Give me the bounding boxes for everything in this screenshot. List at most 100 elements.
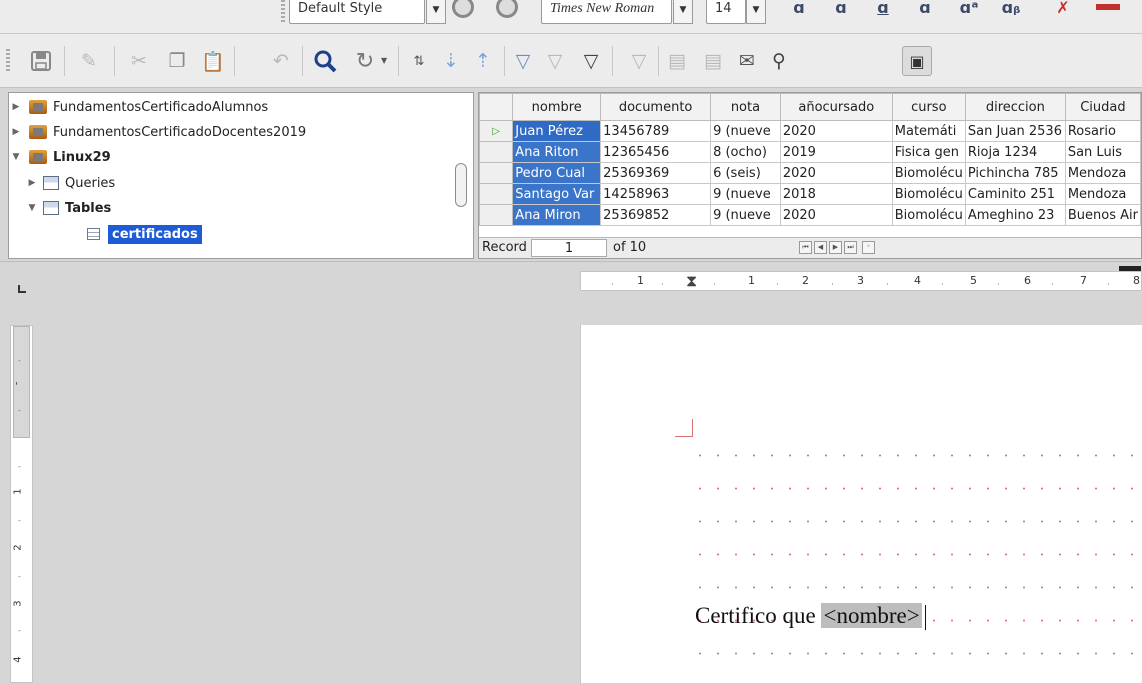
expand-arrow-icon[interactable]: ▶ (25, 178, 39, 188)
table-cell[interactable]: Ana Riton (512, 141, 602, 163)
table-cell[interactable]: 14258963 (600, 183, 712, 205)
table-row[interactable]: Santago Var 14258963 9 (nueve 2018 Biomo… (479, 183, 1141, 205)
strikethrough-icon[interactable]: ɑ (912, 0, 938, 24)
table-cell[interactable]: 9 (nueve (710, 120, 781, 142)
paragraph-style-dropdown-icon[interactable]: ▼ (426, 0, 446, 24)
column-header[interactable]: añocursado (779, 93, 893, 121)
document-page[interactable]: Certifico que <nombre> (580, 325, 1142, 683)
table-row[interactable]: Pedro Cual 25369369 6 (seis) 2020 Biomol… (479, 162, 1141, 184)
italic-icon[interactable]: ɑ (828, 0, 854, 24)
clear-formatting-icon[interactable]: ✗ (1050, 0, 1076, 24)
record-number-input[interactable]: 1 (531, 239, 607, 257)
tree-item-fundamentos-alumnos[interactable]: ▶ FundamentosCertificadoAlumnos (9, 95, 269, 119)
row-header[interactable] (479, 183, 514, 205)
next-record-icon[interactable]: ▶ (829, 241, 842, 254)
table-cell[interactable]: 9 (nueve (710, 183, 781, 205)
table-cell[interactable]: 9 (nueve (710, 204, 781, 226)
table-cell[interactable]: San Juan 2536 (964, 120, 1066, 142)
tree-item-queries[interactable]: ▶ Queries (25, 171, 116, 195)
table-cell[interactable]: 2020 (779, 120, 893, 142)
column-header[interactable]: curso (891, 93, 966, 121)
table-cell[interactable]: Buenos Air (1064, 204, 1141, 226)
certificate-text-line[interactable]: Certifico que <nombre> (695, 603, 926, 631)
cut-icon[interactable]: ✂ (124, 46, 154, 76)
horizontal-ruler[interactable]: · 1 · ⧗ · 1 · 2 · 3 · 4 · 5 · 6 · 7 · 8 (580, 266, 1142, 291)
table-cell[interactable]: Caminito 251 (964, 183, 1066, 205)
subscript-icon[interactable]: ɑᵦ (998, 0, 1024, 24)
row-header-corner[interactable] (479, 93, 514, 121)
last-record-icon[interactable]: ⏭ (844, 241, 857, 254)
table-cell[interactable]: 2019 (779, 141, 893, 163)
merge-field-nombre[interactable]: <nombre> (821, 603, 922, 628)
toolbar-grip[interactable] (281, 0, 285, 24)
copy-icon[interactable]: ❐ (162, 46, 192, 76)
table-cell[interactable]: Rosario (1064, 120, 1141, 142)
tree-scrollbar[interactable] (455, 163, 467, 207)
table-cell[interactable]: Mendoza (1064, 183, 1141, 205)
tree-item-linux29[interactable]: ▼ Linux29 (9, 145, 111, 169)
expand-arrow-icon[interactable]: ▶ (9, 127, 23, 137)
table-cell[interactable]: 12365456 (600, 141, 712, 163)
tree-item-certificados[interactable]: certificados (87, 222, 202, 246)
table-row[interactable]: ▷ Juan Pérez 13456789 9 (nueve 2020 Mate… (479, 120, 1141, 142)
paste-icon[interactable]: 📋 (198, 46, 228, 76)
new-record-icon[interactable]: * (862, 241, 875, 254)
table-cell[interactable]: Biomolécu (891, 162, 966, 184)
autofilter-icon[interactable]: ▽ (508, 46, 538, 76)
table-cell[interactable]: Ameghino 23 (964, 204, 1066, 226)
table-cell[interactable]: 6 (seis) (710, 162, 781, 184)
column-header[interactable]: direccion (964, 93, 1066, 121)
sort-icon[interactable]: ⇅ (404, 46, 434, 76)
font-size-dropdown-icon[interactable]: ▼ (746, 0, 766, 24)
reset-filter-icon[interactable]: ▽ (624, 46, 654, 76)
previous-record-icon[interactable]: ◀ (814, 241, 827, 254)
table-cell[interactable]: 13456789 (600, 120, 712, 142)
refresh-dropdown-icon[interactable]: ▼ (381, 56, 387, 65)
table-cell[interactable]: Biomolécu (891, 183, 966, 205)
table-cell[interactable]: 2020 (779, 162, 893, 184)
row-header[interactable] (479, 141, 514, 163)
superscript-icon[interactable]: ɑᵃ (956, 0, 982, 24)
table-cell[interactable]: Pichincha 785 (964, 162, 1066, 184)
table-cell[interactable]: 8 (ocho) (710, 141, 781, 163)
font-size-select[interactable]: 14 (706, 0, 746, 24)
table-cell[interactable]: Biomolécu (891, 204, 966, 226)
font-name-dropdown-icon[interactable]: ▼ (673, 0, 693, 24)
table-cell[interactable]: Mendoza (1064, 162, 1141, 184)
collapse-arrow-icon[interactable]: ▼ (9, 152, 23, 162)
font-color-icon[interactable] (1096, 4, 1120, 10)
column-header[interactable]: Ciudad (1064, 93, 1141, 121)
data-to-fields-icon[interactable]: ▤ (698, 46, 728, 76)
indent-marker-icon[interactable]: ⧗ (686, 271, 697, 291)
table-row[interactable]: Ana Riton 12365456 8 (ocho) 2019 Fisica … (479, 141, 1141, 163)
table-cell[interactable]: 2020 (779, 204, 893, 226)
table-cell[interactable]: 2018 (779, 183, 893, 205)
update-style-icon[interactable] (452, 0, 474, 18)
table-cell[interactable]: Ana Miron (512, 204, 602, 226)
tree-item-fundamentos-docentes[interactable]: ▶ FundamentosCertificadoDocentes2019 (9, 120, 307, 144)
collapse-arrow-icon[interactable]: ▼ (25, 203, 39, 213)
table-cell[interactable]: San Luis (1064, 141, 1141, 163)
standard-filter-icon[interactable]: ▽ (576, 46, 606, 76)
mail-merge-icon[interactable]: ✉ (732, 46, 762, 76)
data-source-icon[interactable]: ⚲ (764, 46, 794, 76)
sort-descending-icon[interactable]: ⇡ (468, 46, 498, 76)
tab-stop-type-icon[interactable] (18, 285, 26, 293)
table-cell[interactable]: Pedro Cual (512, 162, 602, 184)
underline-icon[interactable]: ɑ (870, 0, 896, 24)
table-cell[interactable]: Fisica gen (891, 141, 966, 163)
undo-icon[interactable]: ↶ (266, 46, 296, 76)
current-record-icon[interactable]: ▷ (479, 120, 514, 142)
refresh-icon[interactable]: ↻ (350, 46, 380, 76)
sort-ascending-icon[interactable]: ⇣ (436, 46, 466, 76)
tree-item-tables[interactable]: ▼ Tables (25, 196, 112, 220)
table-cell[interactable]: 25369852 (600, 204, 712, 226)
expand-arrow-icon[interactable]: ▶ (9, 102, 23, 112)
table-cell[interactable]: 25369369 (600, 162, 712, 184)
column-header[interactable]: nota (710, 93, 781, 121)
table-cell[interactable]: Santago Var (512, 183, 602, 205)
table-cell[interactable]: Rioja 1234 (964, 141, 1066, 163)
new-style-icon[interactable] (496, 0, 518, 18)
toolbar-grip[interactable] (6, 49, 10, 73)
data-to-text-icon[interactable]: ▤ (662, 46, 692, 76)
